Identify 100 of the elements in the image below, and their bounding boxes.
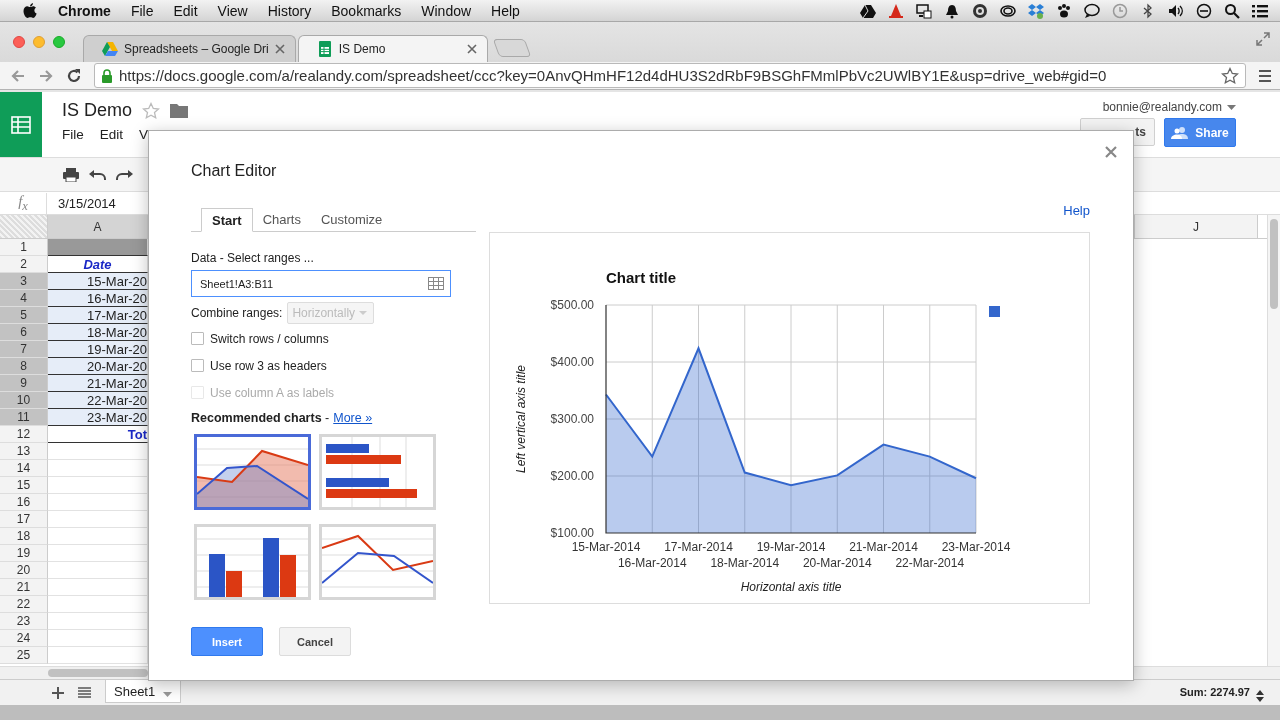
bar-chart-thumbnail[interactable] — [319, 434, 436, 510]
account-name[interactable]: bonnie@realandy.com — [1102, 100, 1222, 114]
clock-icon[interactable] — [1112, 2, 1128, 19]
row-number[interactable]: 16 — [0, 494, 48, 511]
row-number[interactable]: 17 — [0, 511, 48, 528]
browser-tab[interactable]: Spreadsheets – Google Dri — [83, 35, 296, 62]
area-chart-thumbnail[interactable] — [194, 434, 311, 510]
column-header[interactable]: A — [48, 215, 148, 238]
column-chart-thumbnail[interactable] — [194, 524, 311, 600]
paw-icon[interactable] — [1056, 2, 1072, 19]
minus-circle-icon[interactable] — [1196, 2, 1212, 19]
more-link[interactable]: More » — [333, 411, 373, 425]
menu-item[interactable]: Edit — [99, 127, 124, 142]
row-number[interactable]: 7 — [0, 341, 48, 358]
checkbox[interactable] — [191, 359, 204, 372]
row-number[interactable]: 21 — [0, 579, 48, 596]
table-cell[interactable]: 22-Mar-20 — [48, 392, 148, 409]
checkbox[interactable] — [191, 332, 204, 345]
cancel-button[interactable]: Cancel — [279, 627, 351, 656]
row-number[interactable]: 25 — [0, 647, 48, 664]
row-number[interactable]: 15 — [0, 477, 48, 494]
row-number[interactable]: 5 — [0, 307, 48, 324]
table-cell[interactable]: 16-Mar-20 — [48, 290, 148, 307]
table-cell[interactable] — [48, 239, 148, 256]
bell-icon[interactable] — [944, 2, 960, 19]
display-icon[interactable] — [916, 2, 932, 19]
dial-icon[interactable] — [972, 2, 988, 19]
row-number[interactable]: 8 — [0, 358, 48, 375]
menu-item[interactable]: View — [207, 2, 258, 19]
row-number[interactable]: 6 — [0, 324, 48, 341]
up-down-icon[interactable] — [1256, 689, 1264, 702]
row-number[interactable]: 1 — [0, 239, 48, 256]
menu-item[interactable]: V — [139, 127, 149, 142]
menu-item[interactable]: Window — [411, 2, 482, 19]
row-number[interactable]: 4 — [0, 290, 48, 307]
table-cell[interactable]: 18-Mar-20 — [48, 324, 148, 341]
grid-icon[interactable] — [428, 277, 444, 290]
row-number[interactable]: 9 — [0, 375, 48, 392]
row-number[interactable]: 19 — [0, 545, 48, 562]
triangle-icon[interactable] — [860, 2, 876, 19]
browser-tab[interactable]: IS Demo — [297, 35, 488, 62]
row-number[interactable]: 13 — [0, 443, 48, 460]
back-icon[interactable] — [10, 67, 26, 84]
row-number[interactable]: 20 — [0, 562, 48, 579]
star-icon[interactable] — [1221, 66, 1239, 85]
table-cell[interactable]: 21-Mar-20 — [48, 375, 148, 392]
reload-icon[interactable] — [66, 67, 82, 84]
menu-item[interactable]: Bookmarks — [321, 2, 412, 19]
table-cell[interactable]: 19-Mar-20 — [48, 341, 148, 358]
row-number[interactable]: 14 — [0, 460, 48, 477]
row-number[interactable]: 18 — [0, 528, 48, 545]
document-title[interactable]: IS Demo — [62, 100, 133, 121]
share-button[interactable]: Share — [1164, 118, 1236, 147]
sheet-tab[interactable]: Sheet1 — [105, 680, 182, 703]
menu-item[interactable]: History — [257, 2, 322, 19]
menu-icon[interactable] — [1258, 68, 1272, 83]
row-number[interactable]: 24 — [0, 630, 48, 647]
help-link[interactable]: Help — [1063, 203, 1090, 218]
print-icon[interactable] — [63, 167, 79, 182]
close-icon[interactable] — [1105, 146, 1117, 158]
speech-bubble-icon[interactable] — [1084, 2, 1100, 19]
menu-item[interactable]: Help — [481, 2, 530, 19]
close-icon[interactable] — [274, 44, 285, 54]
row-number[interactable]: 12 — [0, 426, 48, 443]
sum-readout[interactable]: Sum: 2274.97 — [1179, 686, 1250, 698]
table-cell[interactable]: 23-Mar-20 — [48, 409, 148, 426]
formula-field[interactable]: 3/15/2014 — [47, 195, 116, 211]
tab[interactable]: Charts — [252, 208, 311, 231]
table-cell[interactable]: 15-Mar-20 — [48, 273, 148, 290]
row-number[interactable]: 3 — [0, 273, 48, 290]
line-chart-thumbnail[interactable] — [319, 524, 436, 600]
window-control-icon[interactable] — [53, 36, 65, 48]
checkbox-label[interactable]: Use row 3 as headers — [210, 358, 327, 373]
row-number[interactable]: 2 — [0, 256, 48, 273]
row-number[interactable]: 11 — [0, 409, 48, 426]
redo-icon[interactable] — [116, 168, 133, 181]
cone-icon[interactable] — [888, 2, 904, 19]
forward-icon[interactable] — [38, 67, 54, 84]
folder-icon[interactable] — [170, 103, 189, 118]
star-icon[interactable] — [142, 101, 161, 120]
search-icon[interactable] — [1224, 2, 1240, 19]
box-icon[interactable] — [1028, 2, 1044, 19]
vertical-scrollbar[interactable] — [1267, 215, 1280, 666]
table-cell[interactable]: 17-Mar-20 — [48, 307, 148, 324]
caret-icon[interactable] — [1227, 104, 1236, 110]
column-header[interactable]: J — [1134, 215, 1258, 238]
menu-item[interactable]: Edit — [163, 2, 208, 19]
rings-icon[interactable] — [1000, 2, 1016, 19]
close-icon[interactable] — [466, 44, 477, 54]
checkbox-label[interactable]: Switch rows / columns — [210, 331, 329, 346]
row-number[interactable]: 23 — [0, 613, 48, 630]
add-sheet-icon[interactable] — [52, 687, 64, 699]
app-logo[interactable] — [0, 92, 42, 157]
sheet-list-icon[interactable] — [78, 687, 91, 698]
tab[interactable]: Start — [201, 208, 253, 232]
tab[interactable]: Customize — [310, 208, 393, 231]
fullscreen-icon[interactable] — [1256, 32, 1270, 46]
range-field[interactable]: Sheet1!A3:B11 — [191, 270, 451, 297]
address-bar[interactable]: https://docs.google.com/a/realandy.com/spreadsheet/ccc?key=0AnvQHmHF12d4dHU3S2dRbF9BSGhFMmlPbVc2UWlBY1E&usp=drive_web#gid=0 — [94, 63, 1246, 88]
menu-item[interactable]: File — [120, 2, 164, 19]
